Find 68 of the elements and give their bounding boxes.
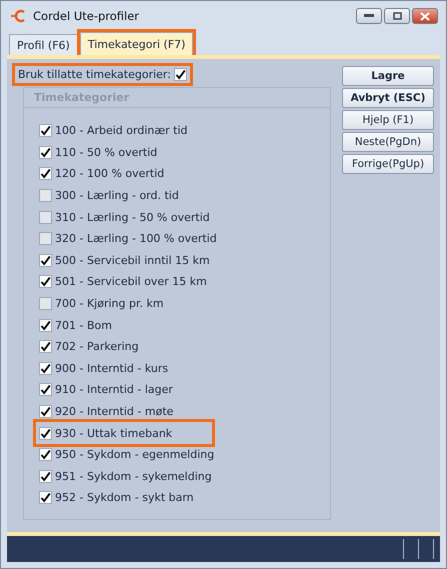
checkbox-label: 701 - Bom <box>55 318 112 332</box>
checkmark-icon <box>40 320 51 331</box>
close-button[interactable] <box>412 8 438 24</box>
checkbox-label: 900 - Interntid - kurs <box>55 362 168 375</box>
action-button[interactable]: Neste(PgDn) <box>342 132 434 152</box>
checkbox[interactable] <box>39 167 52 180</box>
checkbox[interactable] <box>39 232 52 246</box>
checkbox[interactable] <box>39 383 52 396</box>
maximize-icon <box>392 12 402 20</box>
maximize-button[interactable] <box>384 8 410 24</box>
checkbox-label: Bruk tillatte timekategorier: <box>18 68 171 81</box>
checkbox-label: 952 - Sykdom - sykt barn <box>55 491 194 504</box>
checkmark-icon <box>40 492 51 504</box>
checkbox[interactable] <box>39 491 52 504</box>
checkbox-label: 100 - Arbeid ordinær tid <box>55 124 188 138</box>
app-logo-icon <box>11 9 27 23</box>
checkmark-icon <box>40 362 51 374</box>
checkmark-icon <box>40 384 51 396</box>
checkbox-label: 951 - Sykdom - sykemelding <box>55 470 212 483</box>
checkbox-label: 920 - Interntid - møte <box>55 405 174 418</box>
checkmark-icon <box>40 470 51 482</box>
tab[interactable]: Timekategori (F7) <box>80 32 194 55</box>
checkbox-label: 310 - Lærling - 50 % overtid <box>55 210 210 224</box>
checkbox-label: 500 - Servicebil inntil 15 km <box>55 254 210 267</box>
checkmark-icon <box>40 428 51 439</box>
checkbox[interactable] <box>39 297 52 310</box>
checkbox-label: 950 - Sykdom - egenmelding <box>55 448 214 462</box>
checkbox[interactable] <box>39 124 52 138</box>
checkbox-label: 910 - Interntid - lager <box>55 383 173 396</box>
action-button[interactable]: Lagre <box>342 66 434 86</box>
action-button[interactable]: Avbryt (ESC) <box>342 88 434 108</box>
checkbox[interactable] <box>39 146 52 159</box>
checkmark-icon <box>174 69 186 80</box>
checkbox[interactable] <box>39 426 52 440</box>
checkmark-icon <box>40 276 51 288</box>
minimize-button[interactable] <box>356 8 382 24</box>
checkbox[interactable] <box>39 318 52 332</box>
action-button[interactable]: Hjelp (F1) <box>342 110 434 130</box>
tab[interactable]: Profil (F6) <box>9 34 78 55</box>
checkmark-icon <box>40 406 51 418</box>
checkmark-icon <box>40 254 51 266</box>
checkbox-label: 501 - Servicebil over 15 km <box>55 275 207 288</box>
checkbox-label: 320 - Lærling - 100 % overtid <box>55 232 217 246</box>
checkbox[interactable] <box>39 470 52 483</box>
checkbox[interactable] <box>39 189 52 202</box>
checkbox-label: 300 - Lærling - ord. tid <box>55 189 179 202</box>
checkbox[interactable] <box>39 362 52 375</box>
close-icon <box>420 12 430 20</box>
checkbox[interactable] <box>39 405 52 418</box>
checkbox[interactable] <box>39 210 52 224</box>
action-button[interactable]: Forrige(PgUp) <box>342 154 434 174</box>
checkbox[interactable] <box>39 254 52 267</box>
checkbox-label: 930 - Uttak timebank <box>55 426 172 440</box>
checkbox[interactable] <box>39 275 52 288</box>
checkbox-label: 110 - 50 % overtid <box>55 146 158 159</box>
checkbox-label: 120 - 100 % overtid <box>55 167 164 180</box>
checkmark-icon <box>40 341 51 352</box>
checkmark-icon <box>40 168 51 180</box>
checkbox[interactable] <box>174 68 187 81</box>
checkmark-icon <box>40 146 51 158</box>
checkbox-label: 700 - Kjøring pr. km <box>55 297 164 310</box>
checkmark-icon <box>40 449 51 460</box>
checkbox[interactable] <box>39 340 52 354</box>
minimize-icon <box>364 14 374 18</box>
checkmark-icon <box>40 125 51 136</box>
checkbox-label: 702 - Parkering <box>55 340 139 354</box>
window-title: Cordel Ute-profiler <box>33 9 140 23</box>
checkbox[interactable] <box>39 448 52 462</box>
